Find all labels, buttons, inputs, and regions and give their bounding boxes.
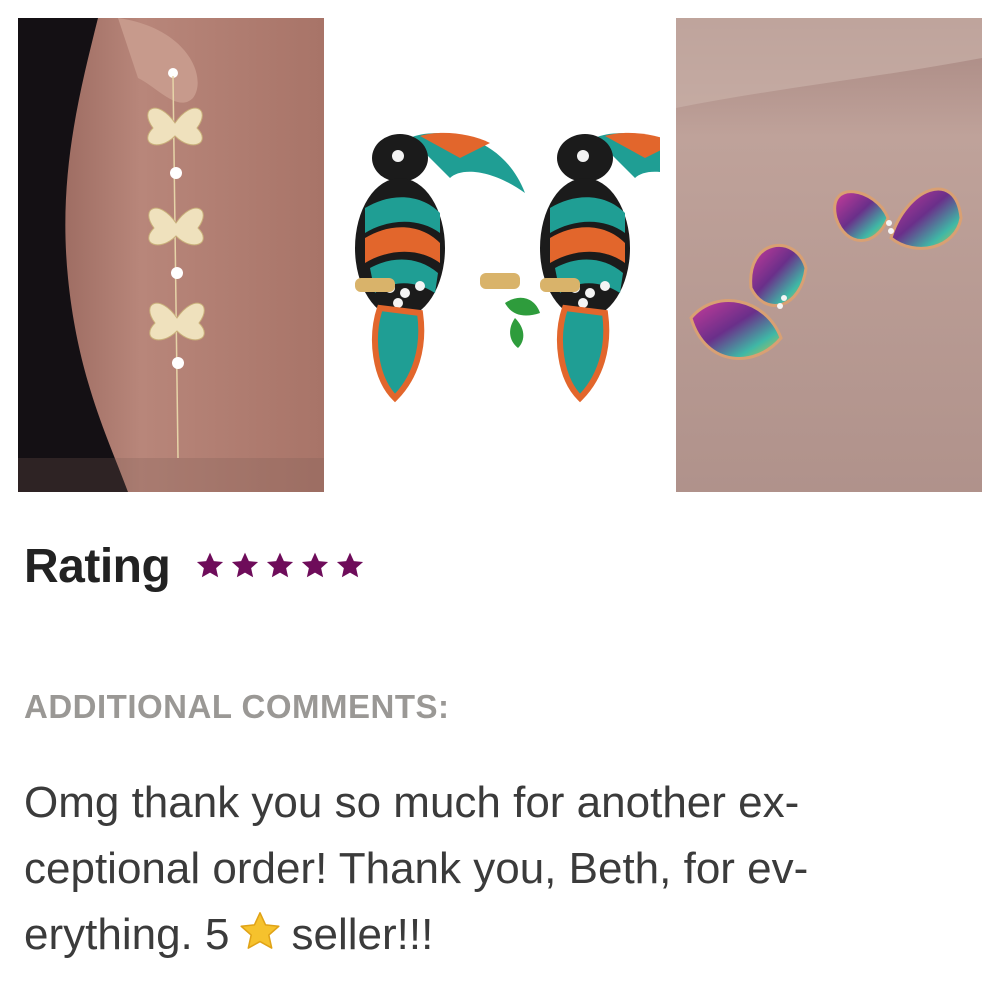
- rating-label: Rating: [24, 539, 171, 593]
- star-icon: [302, 552, 329, 578]
- butterfly-earring-photo[interactable]: [18, 18, 324, 492]
- comment-line-tail: seller!!!: [291, 910, 434, 959]
- star-emoji-icon: [240, 912, 281, 949]
- product-photo-strip: [18, 18, 982, 492]
- additional-comments-heading: ADDITIONAL COMMENTS:: [24, 688, 450, 725]
- comment-line-last: erything. 5 seller!!!: [24, 902, 974, 968]
- butterfly-earring-image: [18, 18, 324, 492]
- comment-body: Omg thank you so much for another ex- ce…: [24, 770, 974, 968]
- comment-line: ceptional order! Thank you, Beth, for ev…: [24, 844, 809, 893]
- comment-line-text: erything. 5: [24, 910, 230, 959]
- comment-line: Omg thank you so much for another ex-: [24, 778, 800, 827]
- crystal-butterfly-photo[interactable]: [676, 18, 982, 492]
- rating-stars: [194, 550, 366, 582]
- rating-row: Rating: [24, 536, 366, 596]
- toucan-earrings-image: [340, 18, 660, 492]
- crystal-butterfly-image: [676, 18, 982, 492]
- star-icon: [197, 552, 224, 578]
- toucan-earrings-photo[interactable]: [340, 18, 660, 492]
- star-icon: [337, 552, 364, 578]
- star-icon: [267, 552, 294, 578]
- star-icon: [232, 552, 259, 578]
